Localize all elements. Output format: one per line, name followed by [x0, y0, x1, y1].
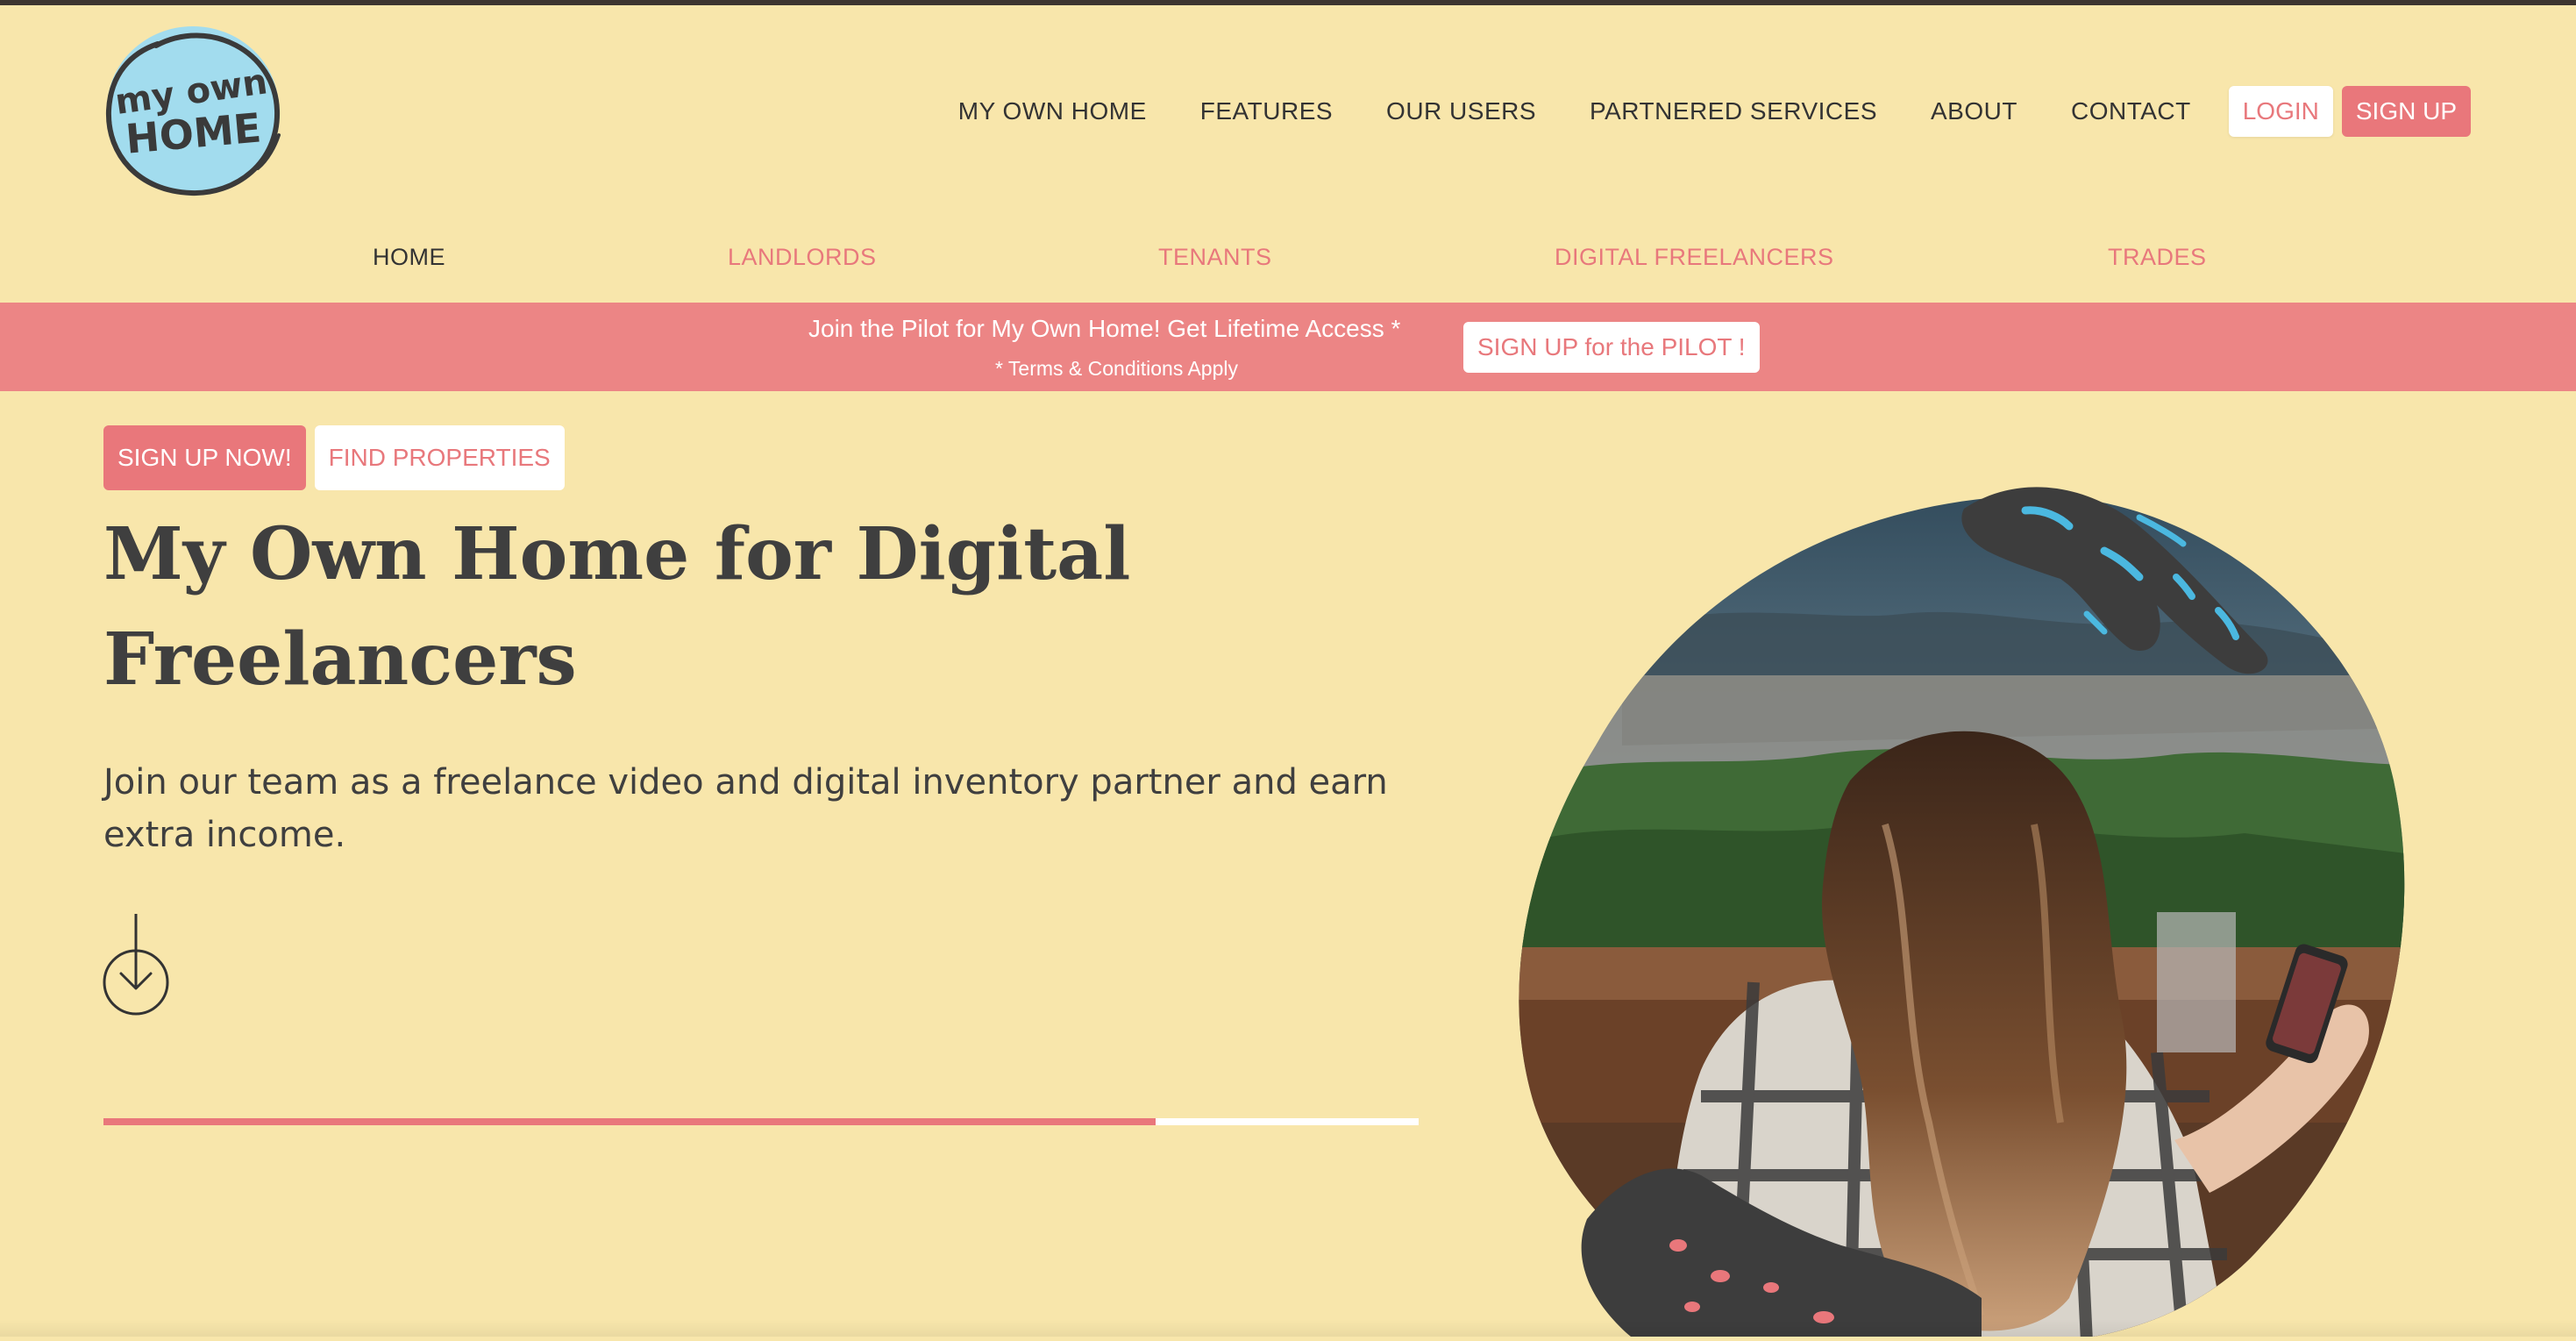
logo[interactable]: my own HOME — [103, 23, 288, 198]
top-border — [0, 0, 2576, 5]
pilot-banner: Join the Pilot for My Own Home! Get Life… — [0, 303, 2576, 391]
nav-about[interactable]: ABOUT — [1931, 97, 2017, 125]
subnav-trades[interactable]: TRADES — [2108, 244, 2207, 271]
hero-image — [1491, 456, 2576, 1341]
logo-mark: my own HOME — [105, 26, 281, 196]
progress-bar-fill — [103, 1118, 1156, 1125]
arrow-down-circle-icon[interactable] — [102, 912, 170, 1017]
banner-terms: * Terms & Conditions Apply — [995, 357, 1238, 380]
nav-contact[interactable]: CONTACT — [2071, 97, 2191, 125]
hero-title: My Own Home for Digital Freelancers — [103, 512, 1131, 702]
subnav-tenants[interactable]: TENANTS — [1158, 244, 1272, 271]
subnav-digital-freelancers[interactable]: DIGITAL FREELANCERS — [1555, 244, 1834, 271]
subnav-home[interactable]: HOME — [373, 244, 445, 271]
hero-subtitle: Join our team as a freelance video and d… — [103, 762, 1388, 855]
progress-bar — [103, 1118, 1419, 1125]
signup-button[interactable]: SIGN UP — [2341, 86, 2471, 137]
login-button[interactable]: LOGIN — [2228, 86, 2333, 137]
bottom-shadow — [0, 1319, 2576, 1337]
find-properties-button[interactable]: FIND PROPERTIES — [314, 425, 565, 490]
signup-now-button[interactable]: SIGN UP NOW! — [103, 425, 306, 490]
nav-our-users[interactable]: OUR USERS — [1386, 97, 1536, 125]
nav-my-own-home[interactable]: MY OWN HOME — [958, 97, 1147, 125]
sub-nav: HOME LANDLORDS TENANTS DIGITAL FREELANCE… — [0, 244, 2576, 279]
nav-features[interactable]: FEATURES — [1200, 97, 1333, 125]
pilot-signup-button[interactable]: SIGN UP for the PILOT ! — [1463, 322, 1760, 373]
main-nav: MY OWN HOME FEATURES OUR USERS PARTNERED… — [958, 84, 2471, 139]
banner-text: Join the Pilot for My Own Home! Get Life… — [808, 315, 1401, 342]
subnav-landlords[interactable]: LANDLORDS — [728, 244, 877, 271]
hero-cta-row: SIGN UP NOW! FIND PROPERTIES — [103, 425, 565, 490]
hero-photo — [1519, 487, 2405, 1341]
nav-partnered-services[interactable]: PARTNERED SERVICES — [1590, 97, 1877, 125]
